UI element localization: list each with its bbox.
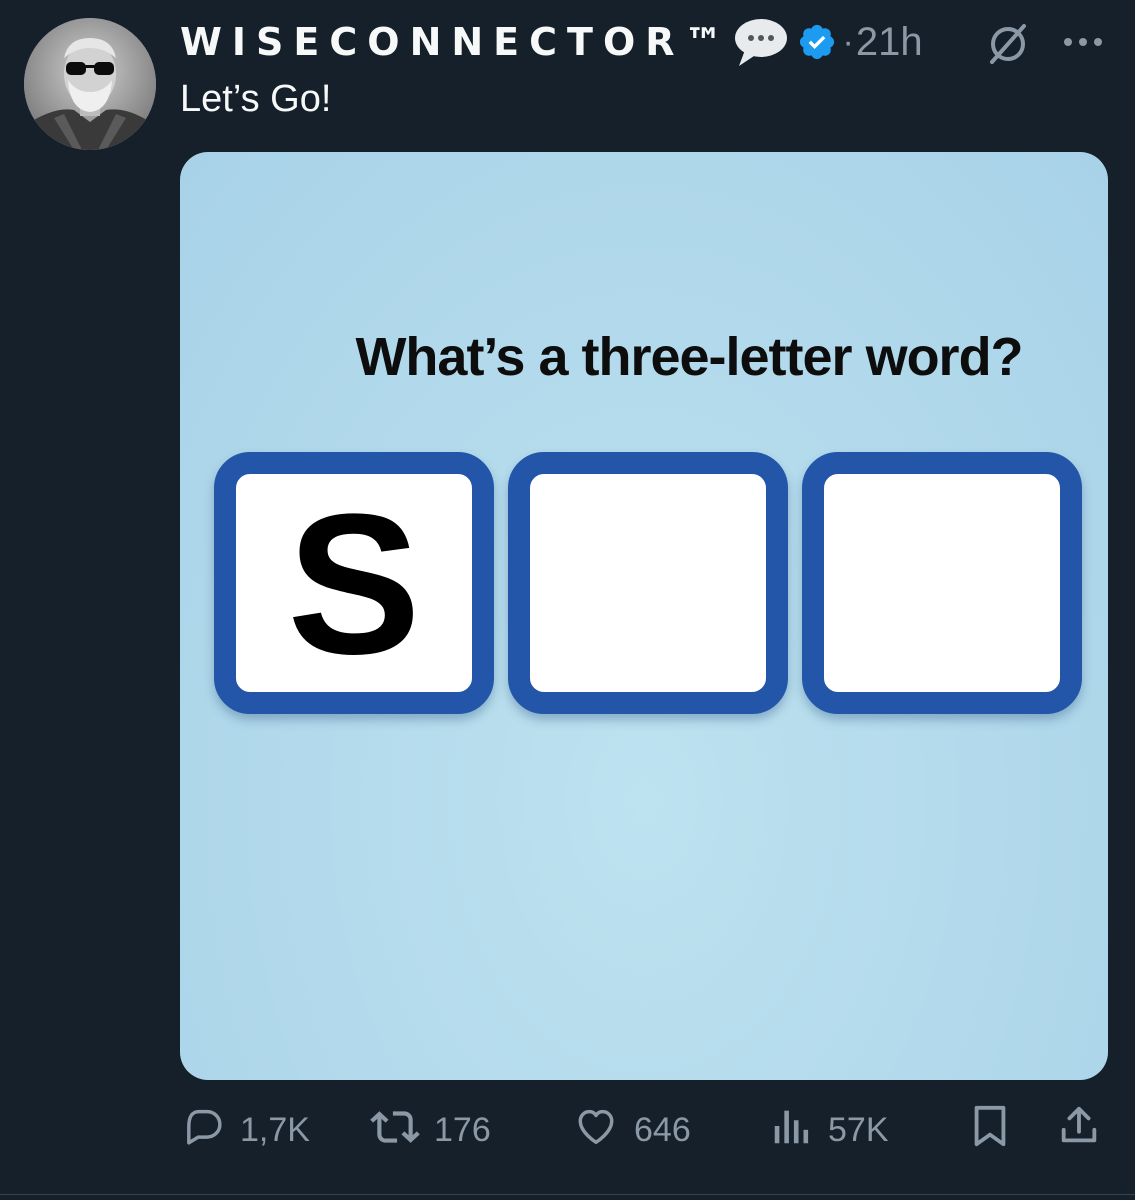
puzzle-question: What’s a three-letter word? [355,327,1023,387]
reply-button[interactable]: 1,7K [180,1100,310,1160]
post-media-image[interactable]: What’s a three-letter word? S [180,152,1108,1080]
tile-letter: S [287,473,421,696]
bookmark-icon [970,1103,1010,1158]
share-icon [1056,1103,1102,1158]
post-divider [0,1194,1135,1195]
letter-tile-3 [802,452,1082,714]
views-button[interactable]: 57K [770,1100,889,1160]
reply-count: 1,7K [240,1110,310,1149]
verified-badge-icon[interactable] [797,22,837,62]
repost-count: 176 [434,1110,491,1149]
post-timestamp[interactable]: 21h [856,20,923,65]
like-button[interactable]: 646 [572,1100,691,1160]
bookmark-button[interactable] [970,1100,1010,1160]
letter-tile-1: S [214,452,494,714]
action-bar: 1,7K 176 646 57K [180,1100,1110,1160]
more-options-icon[interactable] [1058,22,1108,62]
views-icon [770,1103,814,1158]
post-text: Let’s Go! [180,78,332,120]
grok-icon[interactable] [984,20,1032,68]
post-header: WISECONNECTOR™ · 21h [180,14,923,70]
author-display-name[interactable]: WISECONNECTOR™ [180,20,733,64]
repost-icon [370,1103,420,1158]
heart-icon [572,1103,620,1158]
like-count: 646 [634,1110,691,1149]
letter-tile-2 [508,452,788,714]
avatar-photo-icon [24,18,156,150]
header-separator: · [842,22,854,61]
speech-bubble-icon [733,16,789,68]
post-card[interactable]: WISECONNECTOR™ · 21h Let’s Go! What’s a … [0,0,1135,1200]
author-avatar[interactable] [24,18,156,150]
share-button[interactable] [1056,1100,1102,1160]
views-count: 57K [828,1110,889,1149]
repost-button[interactable]: 176 [370,1100,491,1160]
reply-icon [180,1103,226,1158]
